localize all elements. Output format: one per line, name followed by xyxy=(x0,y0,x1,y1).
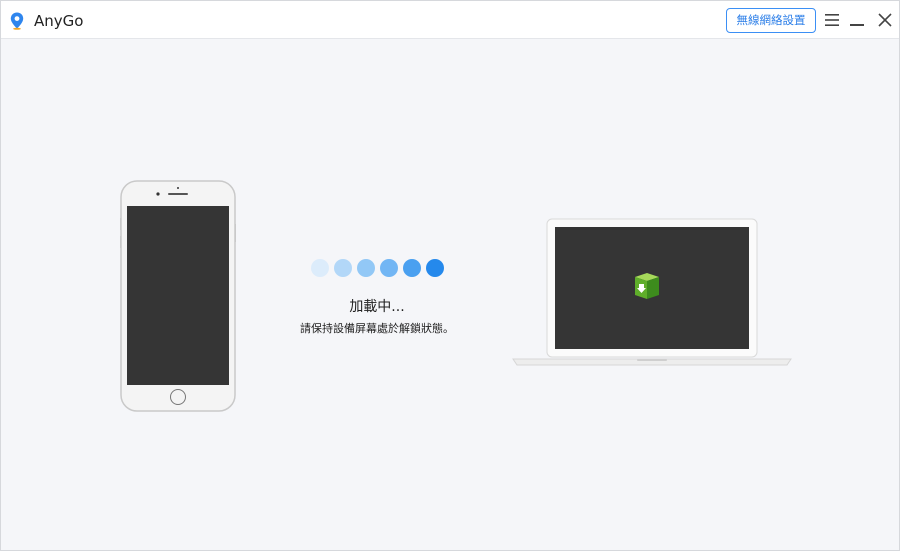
iphone-device-icon xyxy=(120,180,236,412)
green-download-box-icon xyxy=(635,273,659,299)
wifi-settings-button[interactable]: 無線網絡設置 xyxy=(726,8,816,33)
app-title: AnyGo xyxy=(34,12,84,30)
laptop-computer-icon xyxy=(512,218,792,366)
app-logo-icon xyxy=(10,12,24,30)
loading-progress-dots xyxy=(311,259,447,279)
unlock-hint-text: 請保持設備屏幕處於解鎖狀態。 xyxy=(300,322,454,335)
progress-dot xyxy=(357,259,375,277)
close-icon[interactable] xyxy=(877,12,893,28)
progress-dot xyxy=(426,259,444,277)
loading-status-text: 加載中... xyxy=(349,299,405,315)
progress-dot xyxy=(334,259,352,277)
progress-dot xyxy=(311,259,329,277)
progress-dot xyxy=(403,259,421,277)
minimize-icon[interactable] xyxy=(849,12,865,28)
progress-dot xyxy=(380,259,398,277)
title-bar: AnyGo 無線網絡設置 xyxy=(1,1,899,39)
hamburger-menu-icon[interactable] xyxy=(824,12,840,28)
